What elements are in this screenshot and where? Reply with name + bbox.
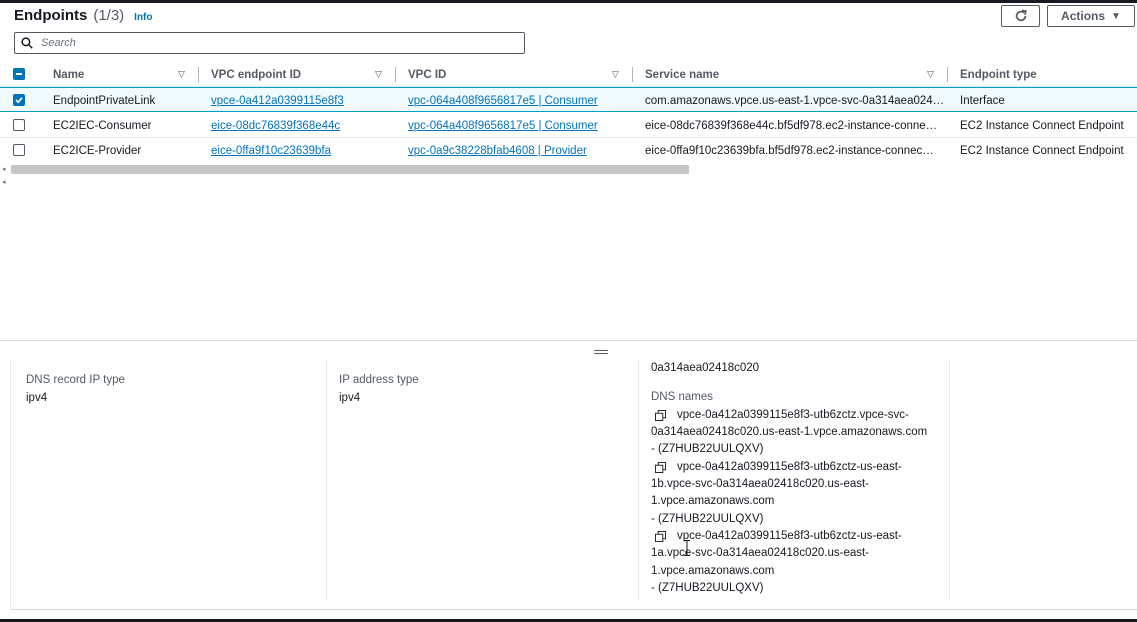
cell-endpoint-type: Interface (960, 94, 1005, 107)
cell-name: EC2ICE-Provider (53, 144, 142, 157)
column-label: VPC endpoint ID (211, 68, 302, 81)
dns-record-ip-type-label: DNS record IP type (26, 374, 125, 386)
select-all-checkbox[interactable] (13, 68, 25, 80)
page-header: Endpoints (1/3) Info (14, 7, 153, 24)
divider (949, 360, 950, 600)
cell-endpoint-type: EC2 Instance Connect Endpoint (960, 144, 1124, 157)
refresh-button[interactable] (1001, 5, 1040, 27)
column-separator[interactable] (947, 67, 948, 82)
cell-name: EC2IEC-Consumer (53, 119, 152, 132)
drag-handle-icon[interactable] (594, 350, 608, 356)
dns-name-text: vpce-0a412a0399115e8f3-utb6zctz-us-east- (677, 530, 902, 542)
endpoint-id-link[interactable]: eice-0ffa9f10c23639bfa (211, 145, 331, 157)
table-row[interactable]: EC2ICE-Provider eice-0ffa9f10c23639bfa v… (0, 138, 1137, 163)
column-separator[interactable] (632, 67, 633, 82)
refresh-icon (1015, 9, 1027, 22)
dns-name-text: - (Z7HUB22UULQXV) (651, 582, 764, 594)
text-cursor-icon (684, 540, 690, 556)
horizontal-scrollbar-thumb[interactable] (11, 165, 689, 174)
dns-name-text: 1.vpce.amazonaws.com (651, 495, 775, 507)
sort-caret-icon[interactable]: ▽ (375, 62, 382, 87)
column-label: Name (53, 68, 85, 81)
cell-name: EndpointPrivateLink (53, 94, 156, 107)
dns-names-label: DNS names (651, 391, 713, 403)
cell-endpoint-id[interactable]: eice-08dc76839f368e44c (211, 113, 340, 138)
column-separator[interactable] (198, 67, 199, 82)
cell-endpoint-id[interactable]: eice-0ffa9f10c23639bfa (211, 138, 331, 163)
selection-count: (1/3) (93, 7, 125, 24)
column-header-vpc-id[interactable]: VPC ID (408, 62, 446, 87)
table-row[interactable]: EndpointPrivateLink vpce-0a412a0399115e8… (0, 87, 1137, 112)
endpoint-id-link[interactable]: eice-08dc76839f368e44c (211, 120, 340, 132)
row-checkbox[interactable] (13, 144, 25, 156)
dns-name-text: 1b.vpce-svc-0a314aea02418c020.us-east- (651, 478, 870, 490)
vpc-id-link[interactable]: vpc-064a408f9656817e5 | Consumer (408, 95, 598, 107)
dns-name-text: - (Z7HUB22UULQXV) (651, 443, 764, 455)
cell-endpoint-id[interactable]: vpce-0a412a0399115e8f3 (211, 88, 344, 113)
cell-service-name: eice-08dc76839f368e44c.bf5df978.ec2-inst… (645, 119, 938, 132)
row-checkbox[interactable] (13, 119, 25, 131)
column-label: Endpoint type (960, 68, 1037, 81)
sort-caret-icon[interactable]: ▽ (927, 62, 934, 87)
cell-service-name: eice-0ffa9f10c23639bfa.bf5df978.ec2-inst… (645, 144, 934, 157)
search-icon (21, 37, 33, 49)
endpoint-id-link[interactable]: vpce-0a412a0399115e8f3 (211, 95, 344, 107)
row-checkbox[interactable] (13, 94, 25, 106)
dns-name-text: - (Z7HUB22UULQXV) (651, 513, 764, 525)
divider (326, 360, 327, 600)
ip-address-type-label: IP address type (339, 374, 419, 386)
service-name-tail: 0a314aea02418c020 (651, 362, 760, 374)
actions-label: Actions (1061, 9, 1106, 23)
copy-icon[interactable] (655, 462, 666, 473)
vpc-id-link[interactable]: vpc-064a408f9656817e5 | Consumer (408, 120, 598, 132)
ip-address-type-value: ipv4 (339, 392, 361, 404)
top-border (0, 0, 1137, 3)
caret-down-icon: ▼ (1111, 10, 1121, 22)
cell-service-name: com.amazonaws.vpce.us-east-1.vpce-svc-0a… (645, 94, 945, 107)
page-title: Endpoints (14, 7, 88, 24)
dns-name-text: 1.vpce.amazonaws.com (651, 565, 775, 577)
table-row[interactable]: EC2IEC-Consumer eice-08dc76839f368e44c v… (0, 113, 1137, 138)
column-header-name[interactable]: Name (53, 62, 84, 87)
column-label: VPC ID (408, 68, 447, 81)
check-icon (15, 97, 23, 104)
scroll-left-icon[interactable]: ◂ (2, 165, 6, 173)
actions-button[interactable]: Actions ▼ (1047, 5, 1135, 27)
split-panel-divider (0, 340, 1137, 341)
table-header: Name ▽ VPC endpoint ID ▽ VPC ID ▽ Servic… (0, 62, 1137, 87)
cell-vpc-id[interactable]: vpc-0a9c38228bfab4608 | Provider (408, 138, 587, 163)
column-header-endpoint-id[interactable]: VPC endpoint ID (211, 62, 301, 87)
divider (638, 360, 639, 600)
column-label: Service name (645, 68, 720, 81)
details-panel (10, 360, 1137, 610)
dns-name-text: vpce-0a412a0399115e8f3-utb6zctz-us-east- (677, 461, 902, 473)
search-input[interactable] (39, 36, 509, 50)
dns-name-text: vpce-0a412a0399115e8f3-utb6zctz.vpce-svc… (677, 409, 909, 421)
dns-record-ip-type-value: ipv4 (26, 392, 48, 404)
column-header-endpoint-type[interactable]: Endpoint type (960, 62, 1037, 87)
vpc-id-link[interactable]: vpc-0a9c38228bfab4608 | Provider (408, 145, 587, 157)
dns-name-text: 0a314aea02418c020.us-east-1.vpce.amazona… (651, 426, 928, 438)
cell-vpc-id[interactable]: vpc-064a408f9656817e5 | Consumer (408, 88, 598, 113)
copy-icon[interactable] (655, 410, 666, 421)
column-separator[interactable] (395, 67, 396, 82)
info-link[interactable]: Info (134, 12, 152, 23)
column-header-service-name[interactable]: Service name (645, 62, 719, 87)
search-field[interactable] (14, 32, 525, 54)
sort-caret-icon[interactable]: ▽ (612, 62, 619, 87)
copy-icon[interactable] (655, 531, 666, 542)
cell-vpc-id[interactable]: vpc-064a408f9656817e5 | Consumer (408, 113, 598, 138)
cell-endpoint-type: EC2 Instance Connect Endpoint (960, 119, 1124, 132)
sort-caret-icon[interactable]: ▽ (178, 62, 185, 87)
scroll-left-icon[interactable]: ◂ (2, 178, 6, 186)
